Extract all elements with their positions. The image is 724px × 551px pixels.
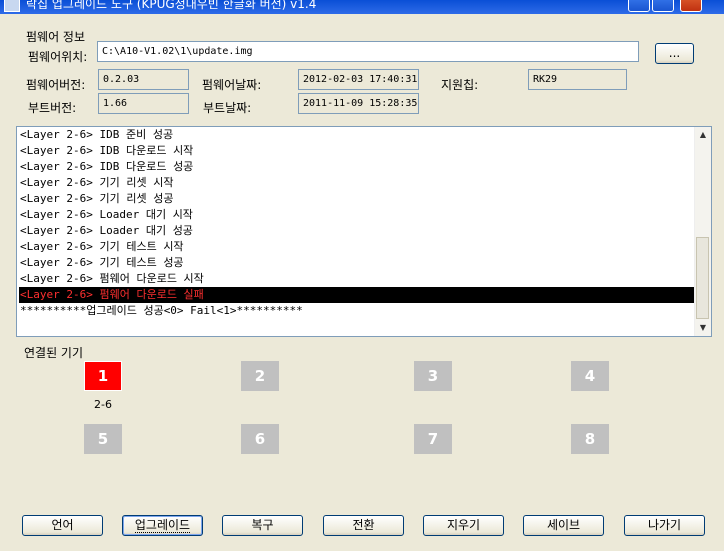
log-lines: <Layer 2-6> IDB 준비 성공 <Layer 2-6> IDB 다운로…: [19, 127, 697, 319]
save-button[interactable]: 세이브: [523, 515, 604, 536]
firmware-info-label: 펌웨어 정보: [26, 30, 86, 44]
close-button[interactable]: [680, 0, 702, 12]
log-line-error: <Layer 2-6> 펌웨어 다운로드 실패: [19, 287, 697, 303]
minimize-button[interactable]: [628, 0, 650, 12]
device-slot-3[interactable]: 3: [414, 361, 452, 391]
firmware-version-label: 펌웨어버전:: [26, 78, 86, 92]
log-line: <Layer 2-6> Loader 대기 성공: [20, 224, 193, 237]
erase-button-label: 지우기: [446, 518, 481, 532]
restore-button-label: 복구: [251, 518, 274, 532]
scroll-up-icon[interactable]: ▲: [695, 127, 711, 143]
language-button[interactable]: 언어: [22, 515, 103, 536]
scroll-thumb[interactable]: [696, 237, 709, 319]
title-bar: 락칩 업그레이드 도구 (KPUG정대우빈 한글화 버전) v1.4: [0, 0, 724, 14]
erase-button[interactable]: 지우기: [423, 515, 504, 536]
chip-field: RK29: [528, 69, 627, 90]
log-line: <Layer 2-6> Loader 대기 시작: [20, 208, 193, 221]
boot-date-field: 2011-11-09 15:28:35: [298, 93, 419, 114]
log-scrollbar[interactable]: ▲ ▼: [694, 127, 711, 336]
log-listbox[interactable]: <Layer 2-6> IDB 준비 성공 <Layer 2-6> IDB 다운로…: [16, 126, 712, 337]
log-line: <Layer 2-6> 펌웨어 다운로드 시작: [20, 272, 204, 285]
device-slot-number: 5: [97, 430, 109, 448]
exit-button[interactable]: 나가기: [624, 515, 705, 536]
log-line: <Layer 2-6> IDB 다운로드 시작: [20, 144, 194, 157]
firmware-path-label: 펌웨어위치:: [28, 50, 88, 64]
device-slot-number: 6: [254, 430, 266, 448]
log-line: <Layer 2-6> 기기 테스트 성공: [20, 256, 184, 269]
switch-button[interactable]: 전환: [323, 515, 404, 536]
scroll-down-icon[interactable]: ▼: [695, 320, 711, 336]
window-title: 락칩 업그레이드 도구 (KPUG정대우빈 한글화 버전) v1.4: [26, 0, 317, 11]
browse-button[interactable]: ...: [655, 43, 694, 64]
log-line: <Layer 2-6> IDB 다운로드 성공: [20, 160, 194, 173]
chip-label: 지원칩:: [441, 78, 479, 92]
log-line: <Layer 2-6> 기기 리셋 시작: [20, 176, 174, 189]
device-slot-5[interactable]: 5: [84, 424, 122, 454]
device-slot-number: 1: [97, 367, 109, 385]
maximize-button[interactable]: [652, 0, 674, 12]
log-line: **********업그레이드 성공<0> Fail<1>**********: [20, 304, 303, 317]
boot-version-field: 1.66: [98, 93, 189, 114]
browse-button-label: ...: [668, 46, 681, 60]
log-line: <Layer 2-6> 기기 리셋 성공: [20, 192, 174, 205]
upgrade-button[interactable]: 업그레이드: [122, 515, 203, 536]
language-button-label: 언어: [51, 518, 74, 532]
device-slot-number: 8: [584, 430, 596, 448]
boot-date-label: 부트날짜:: [203, 101, 252, 115]
device-slot-2[interactable]: 2: [241, 361, 279, 391]
firmware-date-field: 2012-02-03 17:40:31: [298, 69, 419, 90]
boot-version-label: 부트버전:: [28, 101, 77, 115]
firmware-version-field: 0.2.03: [98, 69, 189, 90]
device-slot-7[interactable]: 7: [414, 424, 452, 454]
exit-button-label: 나가기: [647, 518, 682, 532]
device-port-label: 2-6: [94, 398, 112, 411]
device-slot-6[interactable]: 6: [241, 424, 279, 454]
device-slot-number: 2: [254, 367, 266, 385]
device-slot-number: 7: [427, 430, 439, 448]
device-slot-number: 3: [427, 367, 439, 385]
log-line: <Layer 2-6> 기기 테스트 시작: [20, 240, 184, 253]
firmware-date-label: 펌웨어날짜:: [202, 78, 262, 92]
switch-button-label: 전환: [352, 518, 375, 532]
save-button-label: 세이브: [546, 518, 581, 532]
upgrade-button-label: 업그레이드: [134, 518, 191, 533]
device-slot-4[interactable]: 4: [571, 361, 609, 391]
device-slot-number: 4: [584, 367, 596, 385]
connected-devices-label: 연결된 기기: [24, 346, 84, 360]
device-slot-8[interactable]: 8: [571, 424, 609, 454]
device-slot-1[interactable]: 1: [84, 361, 122, 391]
log-line: <Layer 2-6> IDB 준비 성공: [20, 128, 174, 141]
app-icon: [4, 0, 20, 12]
restore-button[interactable]: 복구: [222, 515, 303, 536]
firmware-path-field[interactable]: C:\A10-V1.02\1\update.img: [97, 41, 639, 62]
